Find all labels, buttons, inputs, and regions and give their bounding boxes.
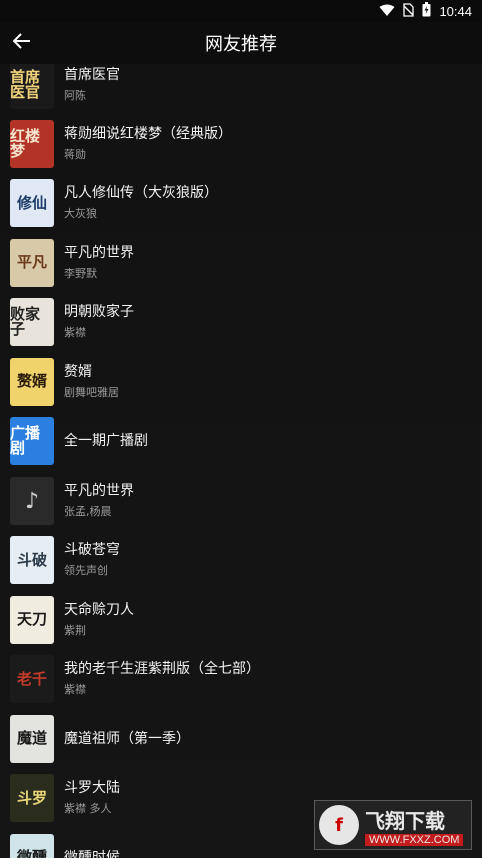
no-sim-icon bbox=[403, 2, 415, 21]
item-author: 张孟,杨晨 bbox=[64, 504, 112, 518]
list-item[interactable]: 首席医官 首席医官阿陈 bbox=[0, 64, 482, 114]
watermark: f 飞翔下载 WWW.FXXZ.COM bbox=[314, 800, 472, 850]
cover-image: 红楼梦 bbox=[10, 119, 54, 168]
item-author: 大灰狼 bbox=[64, 207, 97, 221]
item-title: 魔道祖师（第一季） bbox=[64, 730, 190, 747]
cover-image: 广播剧 bbox=[10, 417, 54, 466]
cover-text: 广播剧 bbox=[10, 424, 41, 458]
recommendation-list[interactable]: 首席医官 首席医官阿陈红楼梦 蒋勋细说红楼梦（经典版） 蒋勋修仙 凡人修仙传（大灰狼版）… bbox=[0, 64, 482, 858]
page-title: 网友推荐 bbox=[205, 34, 277, 55]
cover-text: 魔道 bbox=[16, 729, 47, 748]
cover-image: 赘婿 bbox=[10, 357, 54, 406]
cover-image: 首席医官 bbox=[10, 64, 54, 109]
item-title: 全一期广播剧 bbox=[64, 433, 148, 450]
watermark-name: 飞翔下载 bbox=[365, 808, 445, 833]
item-author: 紫襟 bbox=[64, 683, 86, 697]
item-author: 紫襟 bbox=[64, 326, 86, 340]
item-author: 剧舞吧雅居 bbox=[64, 385, 119, 399]
back-arrow-icon bbox=[12, 33, 31, 53]
item-title: 赘婿 bbox=[64, 363, 92, 380]
status-bar: 10:44 bbox=[0, 0, 482, 22]
item-author: 领先声创 bbox=[64, 564, 108, 578]
item-title: 微醺时候 bbox=[64, 849, 120, 858]
list-item[interactable]: 广播剧 全一期广播剧 bbox=[0, 412, 482, 472]
cover-text: 修仙 bbox=[16, 193, 47, 212]
watermark-logo-icon: f bbox=[319, 805, 359, 845]
clock: 10:44 bbox=[439, 3, 472, 19]
cover-image: 败家子 bbox=[10, 298, 54, 347]
cover-text: 斗破 bbox=[16, 550, 47, 569]
item-author: 紫荆 bbox=[64, 623, 86, 637]
list-item[interactable]: 败家子 明朝败家子紫襟 bbox=[0, 293, 482, 353]
item-title: 凡人修仙传（大灰狼版） bbox=[64, 185, 218, 202]
list-item[interactable]: ♪ 平凡的世界张孟,杨晨 bbox=[0, 471, 482, 531]
list-item[interactable]: 老千 我的老千生涯紫荆版（全七部） 紫襟 bbox=[0, 650, 482, 710]
cover-text: 微醺 bbox=[16, 848, 47, 858]
cover-image: 微醺 bbox=[10, 833, 54, 858]
item-title: 斗破苍穹 bbox=[64, 542, 120, 559]
wifi-icon bbox=[379, 2, 395, 21]
item-author: 李野默 bbox=[64, 266, 97, 280]
item-title: 平凡的世界 bbox=[64, 482, 134, 499]
list-item[interactable]: 红楼梦 蒋勋细说红楼梦（经典版） 蒋勋 bbox=[0, 114, 482, 174]
watermark-url: WWW.FXXZ.COM bbox=[365, 833, 464, 846]
item-title: 首席医官 bbox=[64, 66, 120, 83]
cover-image: 天刀 bbox=[10, 595, 54, 644]
list-item[interactable]: 魔道 魔道祖师（第一季） bbox=[0, 709, 482, 769]
battery-icon bbox=[422, 1, 431, 21]
cover-image: 老千 bbox=[10, 655, 54, 704]
list-item[interactable]: 平凡 平凡的世界李野默 bbox=[0, 233, 482, 293]
item-title: 蒋勋细说红楼梦（经典版） bbox=[64, 125, 232, 142]
item-author: 蒋勋 bbox=[64, 147, 86, 161]
item-author: 阿陈 bbox=[64, 88, 86, 102]
app-bar: 网友推荐 bbox=[0, 22, 482, 64]
cover-image: 平凡 bbox=[10, 238, 54, 287]
cover-image: ♪ bbox=[10, 476, 54, 525]
cover-text: 败家子 bbox=[10, 305, 41, 339]
cover-text: 平凡 bbox=[16, 253, 47, 272]
cover-image: 魔道 bbox=[10, 714, 54, 763]
music-note-icon: ♪ bbox=[24, 487, 40, 514]
cover-text: 红楼梦 bbox=[10, 126, 41, 160]
cover-image: 斗罗 bbox=[10, 774, 54, 823]
cover-text: 天刀 bbox=[16, 610, 47, 629]
list-item[interactable]: 斗破 斗破苍穹领先声创 bbox=[0, 531, 482, 591]
cover-text: 老千 bbox=[16, 669, 47, 688]
list-item[interactable]: 修仙 凡人修仙传（大灰狼版） 大灰狼 bbox=[0, 174, 482, 234]
item-title: 平凡的世界 bbox=[64, 244, 134, 261]
back-button[interactable] bbox=[0, 22, 44, 64]
item-author: 紫襟 多人 bbox=[64, 802, 112, 816]
item-title: 天命赊刀人 bbox=[64, 601, 134, 618]
cover-text: 斗罗 bbox=[16, 788, 47, 807]
item-title: 我的老千生涯紫荆版（全七部） bbox=[64, 661, 260, 678]
cover-image: 修仙 bbox=[10, 179, 54, 228]
cover-text: 首席医官 bbox=[10, 67, 41, 101]
cover-text: 赘婿 bbox=[16, 372, 47, 391]
list-item[interactable]: 天刀 天命赊刀人紫荆 bbox=[0, 590, 482, 650]
list-item[interactable]: 赘婿 赘婿剧舞吧雅居 bbox=[0, 352, 482, 412]
item-title: 斗罗大陆 bbox=[64, 780, 120, 797]
item-title: 明朝败家子 bbox=[64, 304, 134, 321]
cover-image: 斗破 bbox=[10, 536, 54, 585]
